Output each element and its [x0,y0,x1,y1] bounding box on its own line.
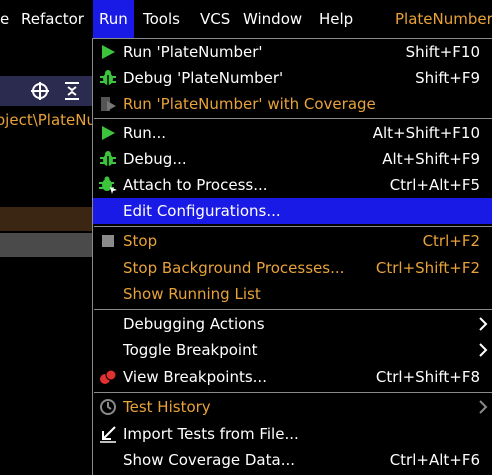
editor-highlight-row [0,207,92,231]
menu-bar: e Refactor Run Tools VCS Window Help Pla… [0,0,492,38]
menu-run[interactable]: Run [93,0,134,38]
menu-item-stop[interactable]: Stop Ctrl+F2 [93,228,492,254]
menu-item-run-dialog[interactable]: Run... Alt+Shift+F10 [93,120,492,146]
menu-item-debugging-actions[interactable]: Debugging Actions [93,311,492,337]
debug-icon [99,150,117,168]
menu-vcs[interactable]: VCS [194,0,236,38]
run-menu-dropdown: Run 'PlateNumber' Shift+F10 Debug 'Plate… [92,38,492,475]
menu-separator [94,392,492,393]
coverage-icon [99,95,117,113]
import-icon [99,425,117,443]
history-icon [99,398,117,416]
menu-separator [94,118,492,119]
chevron-right-icon [478,399,488,415]
menu-item-view-breakpoints[interactable]: View Breakpoints... Ctrl+Shift+F8 [93,364,492,390]
menu-item-edit-configurations[interactable]: Edit Configurations... [93,198,492,224]
menu-item-attach-to-process[interactable]: Attach to Process... Ctrl+Alt+F5 [93,172,492,198]
editor-selected-row [0,233,92,257]
debug-icon [99,69,117,87]
menu-item-import-tests[interactable]: Import Tests from File... [93,421,492,447]
menu-item-toggle-breakpoint[interactable]: Toggle Breakpoint [93,337,492,363]
menu-edit[interactable]: e [0,0,15,38]
chevron-right-icon [478,342,488,358]
attach-icon [99,176,117,194]
menu-item-test-history[interactable]: Test History [93,394,492,420]
crosshair-icon[interactable] [30,81,50,101]
project-toolbar [0,76,92,106]
menu-window[interactable]: Window [237,0,308,38]
chevron-right-icon [478,316,488,332]
menu-separator [94,226,492,227]
project-path: oject\PlateNu [0,111,96,129]
menu-tools[interactable]: Tools [137,0,186,38]
menu-item-stop-background-processes[interactable]: Stop Background Processes... Ctrl+Shift+… [93,255,492,281]
run-icon [99,43,117,61]
breakpoints-icon [99,368,117,386]
collapse-all-icon[interactable] [62,81,82,101]
menu-help[interactable]: Help [313,0,359,38]
menu-item-run-platenumber[interactable]: Run 'PlateNumber' Shift+F10 [93,39,492,65]
menu-item-show-running-list[interactable]: Show Running List [93,281,492,307]
menu-separator [94,309,492,310]
run-icon [99,124,117,142]
stop-icon [99,232,117,250]
menu-item-show-coverage-data[interactable]: Show Coverage Data... Ctrl+Alt+F6 [93,447,492,473]
project-title: PlateNumber [395,10,492,28]
menu-item-debug-platenumber[interactable]: Debug 'PlateNumber' Shift+F9 [93,65,492,91]
menu-item-run-with-coverage[interactable]: Run 'PlateNumber' with Coverage [93,91,492,117]
menu-refactor[interactable]: Refactor [15,0,90,38]
menu-item-debug-dialog[interactable]: Debug... Alt+Shift+F9 [93,146,492,172]
